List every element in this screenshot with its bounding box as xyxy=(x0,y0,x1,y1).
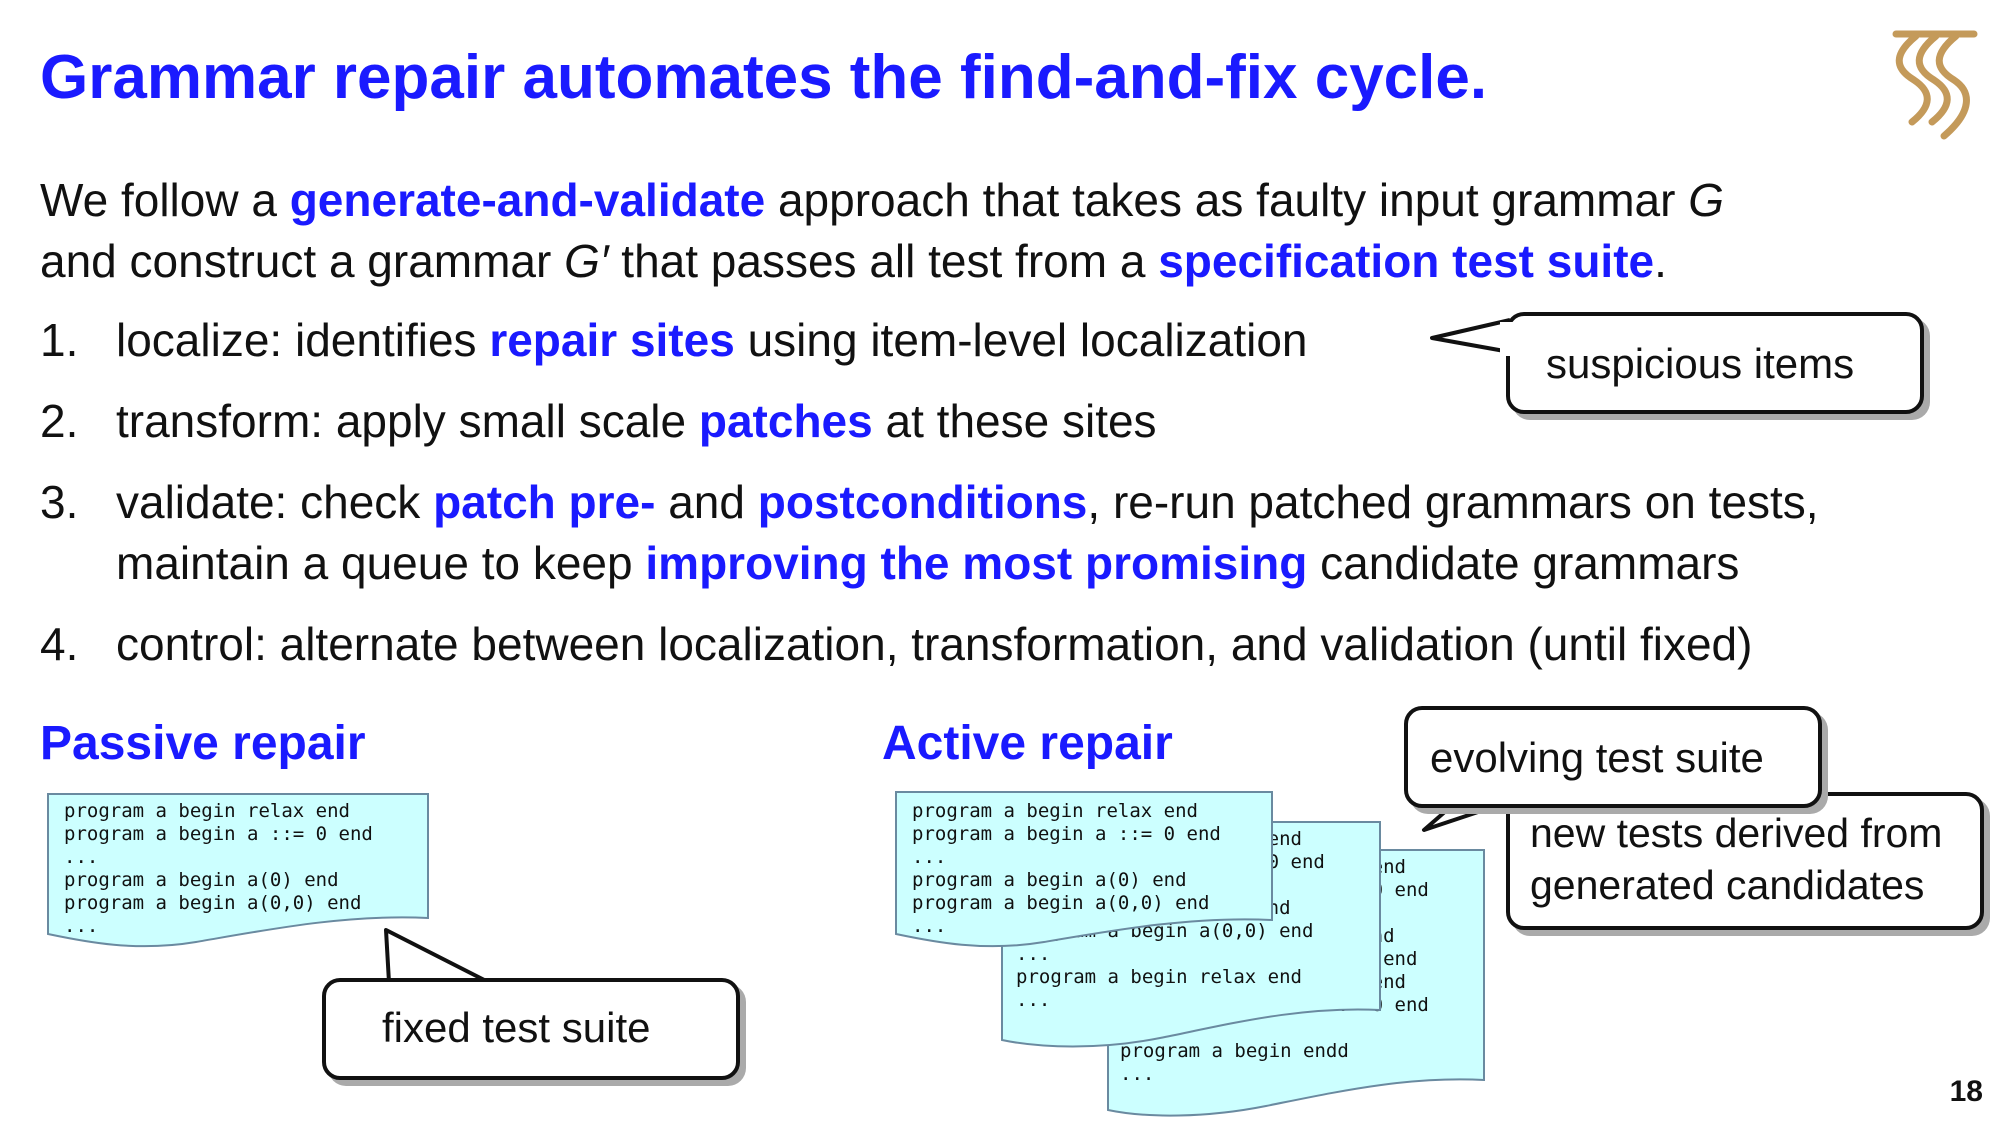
highlight-specification-test-suite: specification test suite xyxy=(1158,235,1655,287)
step-validate: 3. validate: check patch pre- and postcon… xyxy=(40,476,1819,589)
callout-fixed-test-suite: fixed test suite xyxy=(322,978,740,1080)
active-test-suite-1: program a begin relax end program a begi… xyxy=(912,800,1221,937)
step-control: 4. control: alternate between localizatio… xyxy=(40,618,1753,670)
passive-repair-heading: Passive repair xyxy=(40,717,366,770)
grammar-g: G xyxy=(1688,174,1725,226)
slide-title: Grammar repair automates the find-and-fi… xyxy=(40,43,1488,112)
callout-evolving-test-suite: evolving test suite xyxy=(1404,706,1822,808)
callout-new-tests: new tests derived from generated candida… xyxy=(1506,792,1984,930)
active-repair-heading: Active repair xyxy=(882,717,1173,770)
grammar-g-prime: G′ xyxy=(564,235,609,287)
university-logo xyxy=(1892,30,1978,140)
intro-paragraph: We follow a generate-and-validate approa… xyxy=(40,174,1725,287)
callout-suspicious-items: suspicious items xyxy=(1506,312,1924,414)
callout-pointer-suspicious-cover xyxy=(1500,322,1514,356)
passive-test-suite: program a begin relax end program a begi… xyxy=(64,800,373,937)
highlight-generate-and-validate: generate-and-validate xyxy=(289,174,766,226)
page-number: 18 xyxy=(1949,1075,1983,1108)
